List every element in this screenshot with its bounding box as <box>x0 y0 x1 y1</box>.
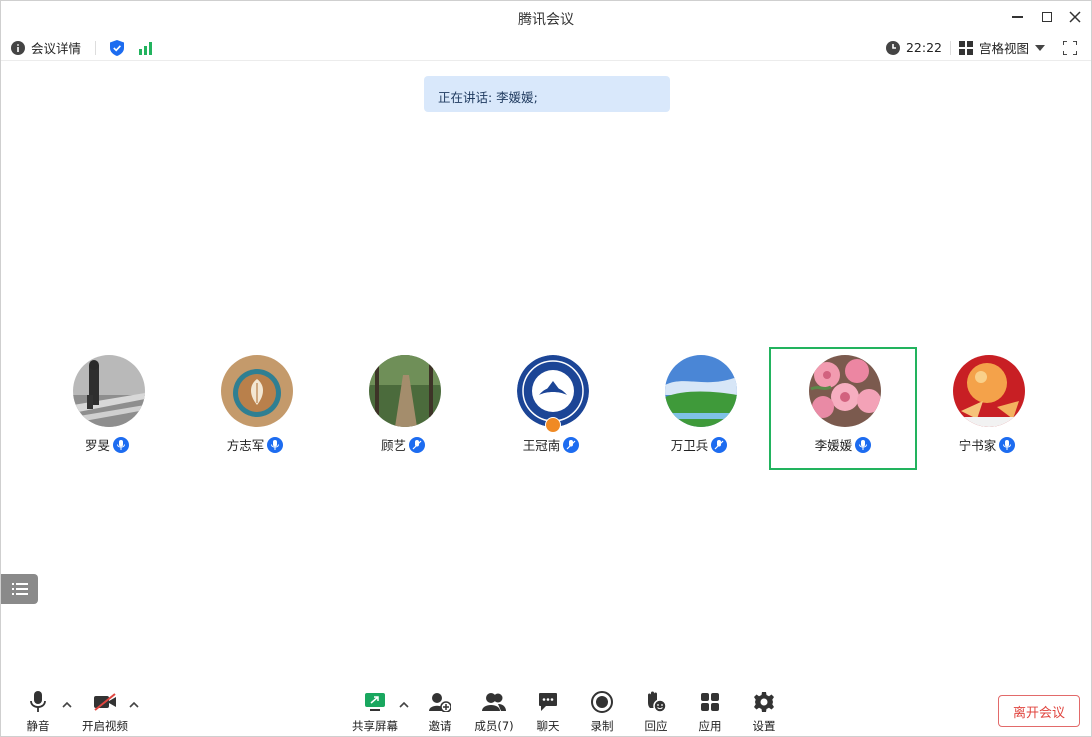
chevron-up-icon[interactable] <box>128 699 140 711</box>
react-label: 回应 <box>644 719 668 733</box>
chat-label: 聊天 <box>536 719 560 733</box>
mic-on-icon <box>999 436 1016 453</box>
participant-tile[interactable]: 万卫兵 <box>625 347 773 470</box>
chat-icon <box>539 693 557 711</box>
title-bar: 腾讯会议 <box>1 1 1091 33</box>
avatar <box>73 355 145 427</box>
gear-icon <box>754 692 774 712</box>
maximize-icon <box>1042 12 1052 22</box>
mute-button[interactable]: 静音 <box>10 689 66 734</box>
participant-name: 王冠南 <box>522 438 561 453</box>
participant-name-row: 罗旻 <box>33 435 181 454</box>
bottom-toolbar: 静音 开启视频 共享屏幕 邀请 成员(7) 聊天 录制 回应 应用 设置 离开会… <box>1 681 1091 737</box>
video-off-icon <box>94 693 116 711</box>
divider <box>949 40 951 55</box>
apps-button[interactable]: 应用 <box>682 689 738 734</box>
signal-icon[interactable] <box>138 41 154 55</box>
info-icon <box>11 40 25 55</box>
close-button[interactable] <box>1064 7 1086 27</box>
window-title: 腾讯会议 <box>518 12 574 28</box>
avatar <box>369 355 441 427</box>
participant-name-row: 李媛媛 <box>771 435 915 454</box>
list-icon <box>11 583 28 595</box>
minimize-icon <box>1011 16 1023 18</box>
avatar <box>665 355 737 427</box>
invite-label: 邀请 <box>428 719 452 733</box>
mic-on-icon <box>267 436 284 453</box>
grid-icon <box>958 40 973 55</box>
start-video-button[interactable]: 开启视频 <box>77 689 133 734</box>
avatar <box>809 355 881 427</box>
invite-button[interactable]: 邀请 <box>412 689 468 734</box>
share-screen-button[interactable]: 共享屏幕 <box>347 689 403 734</box>
fullscreen-button[interactable] <box>1063 40 1077 55</box>
apps-icon <box>701 693 719 711</box>
participant-name: 李媛媛 <box>814 438 853 453</box>
share-screen-label: 共享屏幕 <box>352 719 398 733</box>
participant-name-row: 万卫兵 <box>625 435 773 454</box>
chevron-up-icon[interactable] <box>398 699 410 711</box>
participant-name: 方志军 <box>226 438 265 453</box>
share-screen-icon <box>365 693 385 711</box>
duration-text: 22:22 <box>905 40 942 55</box>
participant-name-row: 方志军 <box>181 435 329 454</box>
mic-off-icon <box>409 436 425 453</box>
add-person-icon <box>429 693 451 712</box>
record-button[interactable]: 录制 <box>574 689 630 734</box>
avatar <box>221 355 293 427</box>
participant-name: 罗旻 <box>84 438 110 453</box>
record-label: 录制 <box>590 719 614 733</box>
participant-name: 宁书家 <box>958 438 997 453</box>
participant-name: 万卫兵 <box>670 438 709 453</box>
meeting-details-label: 会议详情 <box>31 41 82 56</box>
info-bar: 会议详情 22:22 宫格视图 <box>1 33 1091 61</box>
participant-tile[interactable]: 罗旻 <box>33 347 181 470</box>
settings-button[interactable]: 设置 <box>736 689 792 734</box>
hand-emoji-icon <box>648 691 667 713</box>
microphone-icon <box>30 691 46 712</box>
caret-down-icon <box>1035 44 1045 51</box>
participant-name-row: 顾艺 <box>329 435 477 454</box>
meeting-details-button[interactable]: 会议详情 <box>11 38 81 57</box>
members-icon <box>482 693 506 711</box>
participant-name-row: 王冠南 <box>477 435 625 454</box>
host-badge-icon <box>545 417 561 433</box>
avatar <box>953 355 1025 427</box>
speaking-banner: 正在讲话: 李媛媛; <box>424 76 670 112</box>
divider <box>95 40 97 55</box>
leave-meeting-button[interactable]: 离开会议 <box>998 695 1080 727</box>
participant-tile[interactable]: 顾艺 <box>329 347 477 470</box>
members-label: 成员(7) <box>474 719 514 733</box>
mic-on-icon <box>113 436 129 453</box>
mic-off-icon <box>563 436 580 453</box>
participant-tile[interactable]: 王冠南 <box>477 347 625 470</box>
meeting-window: 腾讯会议 会议详情 22:22 宫格视图 正在讲话: 李媛媛; 罗旻 方志军 顾… <box>0 0 1092 737</box>
view-mode-dropdown[interactable]: 宫格视图 <box>958 38 1045 57</box>
mute-label: 静音 <box>26 719 50 733</box>
participant-tile[interactable]: 方志军 <box>181 347 329 470</box>
minimize-button[interactable] <box>1006 7 1028 27</box>
participant-tile[interactable]: 宁书家 <box>913 347 1061 470</box>
meeting-duration: 22:22 <box>885 40 942 55</box>
shield-icon[interactable] <box>110 39 125 56</box>
clock-icon <box>885 40 900 55</box>
apps-label: 应用 <box>698 719 722 733</box>
chat-button[interactable]: 聊天 <box>520 689 576 734</box>
start-video-label: 开启视频 <box>82 719 128 733</box>
chevron-up-icon[interactable] <box>61 699 73 711</box>
close-icon <box>1069 11 1081 23</box>
mic-on-icon <box>855 436 872 453</box>
fullscreen-icon <box>1063 40 1077 55</box>
members-button[interactable]: 成员(7) <box>466 689 522 734</box>
mic-off-icon <box>711 436 728 453</box>
react-button[interactable]: 回应 <box>628 689 684 734</box>
participant-name: 顾艺 <box>380 438 406 453</box>
participant-tile-speaking[interactable]: 李媛媛 <box>769 347 917 470</box>
settings-label: 设置 <box>752 719 776 733</box>
record-icon <box>591 691 613 713</box>
participant-list-toggle[interactable] <box>1 574 38 604</box>
view-mode-label: 宫格视图 <box>978 41 1029 56</box>
participant-name-row: 宁书家 <box>913 435 1061 454</box>
maximize-button[interactable] <box>1036 7 1058 27</box>
